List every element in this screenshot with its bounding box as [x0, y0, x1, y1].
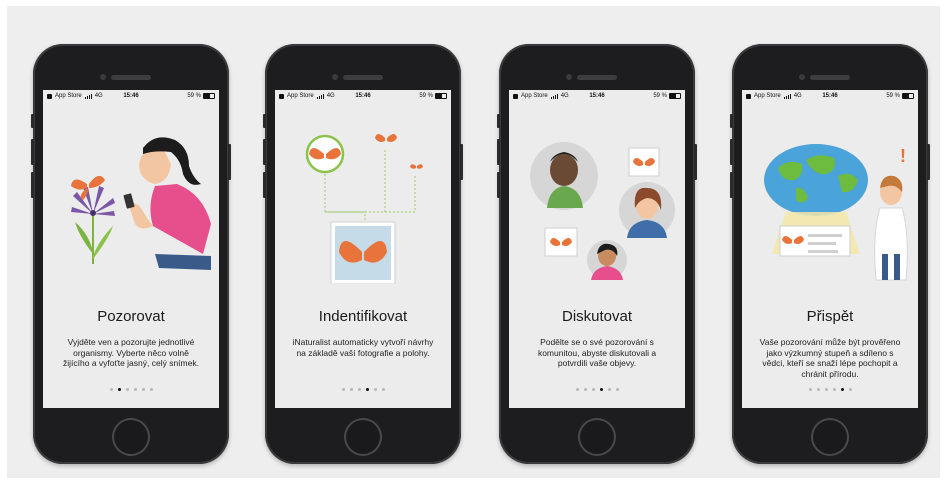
- home-button[interactable]: [344, 418, 382, 456]
- screen-title: Indentifikovat: [318, 308, 408, 325]
- front-camera: [799, 74, 805, 80]
- page-dot[interactable]: [615, 388, 619, 391]
- page-dot[interactable]: [591, 388, 595, 391]
- battery-icon: [902, 93, 914, 99]
- status-bar: App Store 4G 15:46 59 %: [509, 90, 685, 102]
- battery-icon: [669, 93, 681, 99]
- contribute-illustration: !: [764, 144, 908, 281]
- page-indicator[interactable]: [43, 388, 219, 391]
- discuss-illustration: [530, 142, 675, 280]
- earpiece-speaker: [810, 75, 850, 80]
- page-dot-active[interactable]: [840, 388, 844, 391]
- page-dot[interactable]: [373, 388, 377, 391]
- status-bar: App Store 4G 15:46 59 %: [742, 90, 918, 102]
- page-indicator[interactable]: [742, 388, 918, 391]
- screen-description: iNaturalist automaticky vytvoří návrhy n…: [292, 337, 434, 358]
- page-dot[interactable]: [133, 388, 137, 391]
- page-indicator[interactable]: [509, 388, 685, 391]
- page-indicator[interactable]: [275, 388, 451, 391]
- screen-observe: App Store 4G 15:46 59 % Pozorovat Vyjdět…: [43, 90, 219, 408]
- earpiece-speaker: [111, 75, 151, 80]
- page-dot[interactable]: [357, 388, 361, 391]
- screen-discuss: App Store 4G 15:46 59 % Diskutovat Poděl…: [509, 90, 685, 408]
- front-camera: [566, 74, 572, 80]
- page-dot-active[interactable]: [365, 388, 369, 391]
- page-dot[interactable]: [808, 388, 812, 391]
- page-dot[interactable]: [149, 388, 153, 391]
- home-button[interactable]: [112, 418, 150, 456]
- page-dot[interactable]: [848, 388, 852, 391]
- page-dot[interactable]: [607, 388, 611, 391]
- identify-illustration: [305, 134, 423, 284]
- screen-description: Vyjděte ven a pozorujte jednotlivé organ…: [63, 337, 199, 368]
- page-dot[interactable]: [341, 388, 345, 391]
- page-dot[interactable]: [141, 388, 145, 391]
- screen-description: Vaše pozorování může být prověřeno jako …: [759, 337, 901, 379]
- page-dot[interactable]: [583, 388, 587, 391]
- screen-description: Podělte se o své pozorování s komunitou,…: [537, 337, 657, 368]
- page-dot[interactable]: [349, 388, 353, 391]
- page-dot[interactable]: [381, 388, 385, 391]
- screen-title: Přispět: [806, 308, 854, 325]
- screen-contribute: App Store 4G 15:46 59 % ! Přispět Vaše p…: [742, 90, 918, 408]
- page-dot[interactable]: [824, 388, 828, 391]
- status-bar: App Store 4G 15:46 59 %: [43, 90, 219, 102]
- page-dot[interactable]: [832, 388, 836, 391]
- phone-frame-discuss: App Store 4G 15:46 59 % Diskutovat Poděl…: [497, 44, 697, 464]
- earpiece-speaker: [343, 75, 383, 80]
- battery-icon: [435, 93, 447, 99]
- phone-frame-identify: App Store 4G 15:46 59 % Indentifikovat i…: [263, 44, 463, 464]
- battery-icon: [203, 93, 215, 99]
- page-dot-active[interactable]: [117, 388, 121, 391]
- clock: 15:46: [589, 93, 605, 99]
- page-dot[interactable]: [109, 388, 113, 391]
- clock: 15:46: [123, 93, 139, 99]
- clock: 15:46: [822, 93, 838, 99]
- front-camera: [332, 74, 338, 80]
- phone-frame-observe: App Store 4G 15:46 59 % Pozorovat Vyjdět…: [31, 44, 231, 464]
- front-camera: [100, 74, 106, 80]
- screen-identify: App Store 4G 15:46 59 % Indentifikovat i…: [275, 90, 451, 408]
- page-dot[interactable]: [816, 388, 820, 391]
- phone-frame-contribute: App Store 4G 15:46 59 % ! Přispět Vaše p…: [730, 44, 930, 464]
- home-button[interactable]: [578, 418, 616, 456]
- clock: 15:46: [355, 93, 371, 99]
- page-dot[interactable]: [575, 388, 579, 391]
- svg-text:!: !: [900, 146, 906, 166]
- home-button[interactable]: [811, 418, 849, 456]
- screen-title: Diskutovat: [561, 308, 633, 325]
- page-dot[interactable]: [125, 388, 129, 391]
- earpiece-speaker: [577, 75, 617, 80]
- gallery-background: App Store 4G 15:46 59 % Pozorovat Vyjdět…: [7, 6, 940, 478]
- status-bar: App Store 4G 15:46 59 %: [275, 90, 451, 102]
- observe-illustration: [71, 137, 211, 270]
- screen-title: Pozorovat: [97, 308, 165, 325]
- page-dot-active[interactable]: [599, 388, 603, 391]
